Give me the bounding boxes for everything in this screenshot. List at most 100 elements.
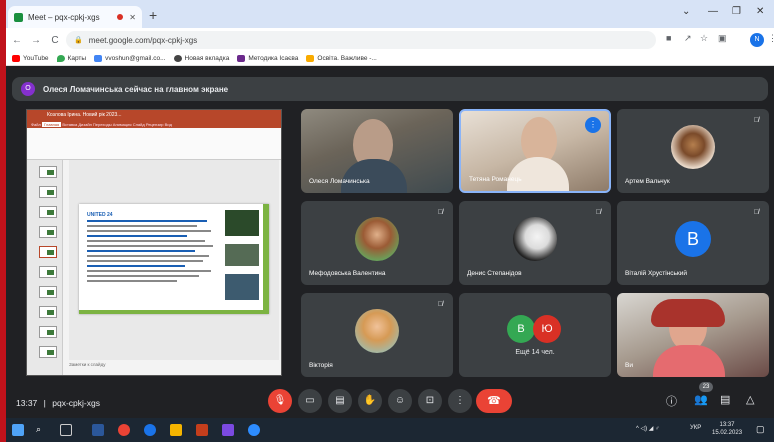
new-tab-button[interactable]: + <box>149 7 157 23</box>
ppt-ribbon-tabs: Файл Главная Вставка Дизайн Переходы Ани… <box>27 120 281 128</box>
windows-taskbar: ⌕ ^ ◁) ◢ ♂ УКР 13:37 15.02.2023 ▢ <box>6 418 774 442</box>
camera-toggle-button[interactable]: ▭ <box>298 389 322 413</box>
slide-thumb <box>39 206 57 218</box>
more-participants-tile[interactable]: В Ю Ещё 14 чел. <box>459 293 611 377</box>
camera-indicator-icon[interactable]: ■ <box>666 33 671 43</box>
ppt-tab: Переходы <box>92 121 112 127</box>
share-icon[interactable]: ↗ <box>684 33 692 44</box>
profile-avatar[interactable]: N <box>750 33 764 47</box>
participant-tile[interactable]: Олеся Ломачинська <box>301 109 453 193</box>
meeting-separator: | <box>43 398 46 408</box>
chrome-icon[interactable] <box>118 424 130 436</box>
meeting-info: 13:37 | pqx-cpkj-xgs <box>16 398 100 408</box>
participant-avatar <box>671 125 715 169</box>
chrome-icon <box>173 55 182 62</box>
ppt-notes-placeholder: Заметки к слайду <box>69 362 106 367</box>
shared-screen-presentation[interactable]: Козлова Ірина. Новий рік 2023... Файл Гл… <box>26 109 282 376</box>
taskbar-clock[interactable]: 13:37 15.02.2023 <box>712 421 742 437</box>
close-tab-icon[interactable]: ✕ <box>129 13 136 22</box>
mic-off-icon: 🎙̸ <box>437 209 443 216</box>
meet-stage: О Олеся Ломачинська сейчас на главном эк… <box>6 67 774 417</box>
self-view-tile[interactable]: Ви <box>617 293 769 377</box>
explorer-icon[interactable] <box>170 424 182 436</box>
slide-thumb <box>39 266 57 278</box>
leave-call-button[interactable]: ☎ <box>476 389 512 413</box>
meeting-details-icon[interactable]: ⓘ <box>666 393 677 409</box>
screen: Meet – pqx-cpkj-xgs ✕ + ⌄ — ❐ ✕ ← → C 🔒 … <box>0 0 774 442</box>
participant-name: Мефодовська Валентина <box>309 270 386 277</box>
participant-tile[interactable]: 🎙̸ Артем Вальчук <box>617 109 769 193</box>
browser-toolbar: ← → C 🔒 meet.google.com/pqx-cpkj-xgs ■ ↗… <box>6 28 774 52</box>
participant-tile[interactable]: 🎙̸ Вікторія <box>301 293 453 377</box>
bookmark-new-tab[interactable]: Новая вкладка <box>173 55 229 62</box>
slide-thumb <box>39 226 57 238</box>
search-icon[interactable]: ⌕ <box>36 424 48 436</box>
participant-tile[interactable]: 🎙̸ Денис Степанідов <box>459 201 611 285</box>
activities-icon[interactable]: △ <box>746 393 754 406</box>
participant-avatar <box>355 309 399 353</box>
slide-photo <box>225 244 259 266</box>
emoji-button[interactable]: ☺ <box>388 389 412 413</box>
chat-icon[interactable]: ▤ <box>720 393 730 406</box>
browser-tab-strip: Meet – pqx-cpkj-xgs ✕ + ⌄ — ❐ ✕ <box>6 0 774 28</box>
mic-off-icon: 🎙̸ <box>595 209 601 216</box>
sidepanel-icon[interactable]: ▣ <box>718 33 727 44</box>
mic-toggle-button[interactable]: 🎙 <box>268 389 292 413</box>
slide-photo <box>225 274 259 300</box>
menu-icon[interactable]: ⋮ <box>768 33 774 44</box>
more-participant-avatar: В <box>507 315 535 343</box>
bookmarks-bar: YouTube Карты vvoshun@gmail.co... Новая … <box>6 52 774 66</box>
word-icon[interactable] <box>92 424 104 436</box>
tab-search-icon[interactable]: ⌄ <box>682 6 690 17</box>
participant-tile[interactable]: В 🎙̸ Віталій Хрустінський <box>617 201 769 285</box>
presenter-avatar: О <box>21 82 35 96</box>
more-options-button[interactable]: ⋮ <box>448 389 472 413</box>
maximize-icon[interactable]: ❐ <box>732 6 741 17</box>
bookmark-maps[interactable]: Карты <box>56 55 86 62</box>
participant-tile[interactable]: 🎙̸ Мефодовська Валентина <box>301 201 453 285</box>
participant-name: Тетяна Романець <box>469 176 522 183</box>
bookmark-gmail[interactable]: vvoshun@gmail.co... <box>94 55 166 62</box>
ppt-tab: Вид <box>164 121 172 127</box>
telegram-icon[interactable] <box>144 424 156 436</box>
bookmark-osvita[interactable]: Освіта. Важливе -... <box>306 55 377 62</box>
current-slide: UNITED 24 <box>79 204 269 314</box>
slide-thumb-selected <box>39 246 57 258</box>
powerpoint-icon[interactable] <box>196 424 208 436</box>
language-indicator[interactable]: УКР <box>690 425 701 431</box>
people-icon[interactable]: 👥 <box>694 393 708 406</box>
slide-thumb <box>39 286 57 298</box>
slide-thumb <box>39 326 57 338</box>
raise-hand-button[interactable]: ✋ <box>358 389 382 413</box>
address-bar[interactable]: 🔒 meet.google.com/pqx-cpkj-xgs <box>66 31 656 49</box>
ppt-titlebar: Козлова Ірина. Новий рік 2023... <box>27 110 281 120</box>
reload-icon[interactable]: C <box>47 35 63 46</box>
system-tray-icons[interactable]: ^ ◁) ◢ ♂ <box>636 425 660 432</box>
participant-name: Ви <box>625 362 633 369</box>
close-window-icon[interactable]: ✕ <box>756 6 764 17</box>
back-icon[interactable]: ← <box>9 35 25 46</box>
forward-icon[interactable]: → <box>28 35 44 46</box>
notifications-icon[interactable]: ▢ <box>756 424 768 436</box>
bookmark-methodology[interactable]: Методика Ісаєва <box>237 55 298 62</box>
meeting-code: pqx-cpkj-xgs <box>52 398 100 408</box>
slide-thumb <box>39 346 57 358</box>
bookmark-star-icon[interactable]: ☆ <box>700 33 708 44</box>
start-icon[interactable] <box>12 424 24 436</box>
minimize-icon[interactable]: — <box>708 6 718 17</box>
viber-icon[interactable] <box>222 424 234 436</box>
ppt-tab: Рецензир <box>145 121 164 127</box>
mic-off-icon: 🎙̸ <box>753 209 759 216</box>
task-view-icon[interactable] <box>60 424 72 436</box>
participant-tile-speaking[interactable]: ⋮ Тетяна Романець <box>459 109 611 193</box>
browser-tab-meet[interactable]: Meet – pqx-cpkj-xgs ✕ <box>8 6 142 28</box>
ppt-tab: Главная <box>41 121 62 127</box>
present-button[interactable]: ⊡ <box>418 389 442 413</box>
bookmark-youtube[interactable]: YouTube <box>12 55 49 62</box>
zoom-icon[interactable] <box>248 424 260 436</box>
meet-favicon-icon <box>14 12 23 22</box>
ppt-tab: Файл <box>31 121 41 127</box>
presenting-banner: О Олеся Ломачинська сейчас на главном эк… <box>12 77 768 101</box>
tab-title: Meet – pqx-cpkj-xgs <box>28 12 100 22</box>
captions-button[interactable]: ▤ <box>328 389 352 413</box>
